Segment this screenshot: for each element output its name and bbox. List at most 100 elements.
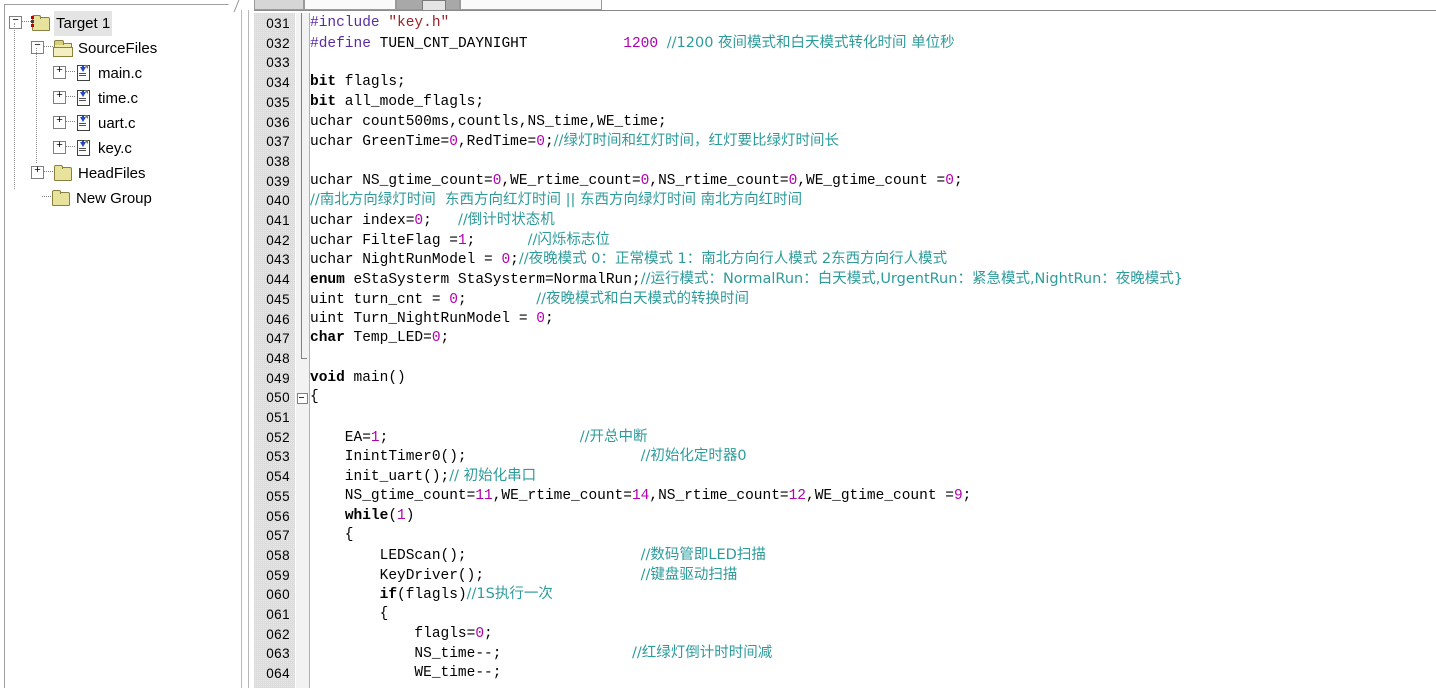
code-token-num: 0: [788, 172, 798, 189]
line-number: 057: [266, 528, 290, 544]
code-token-cmt: //1S执行一次: [466, 586, 553, 603]
tree-expand-icon[interactable]: +: [53, 65, 66, 79]
tree-expand-icon[interactable]: +: [53, 90, 66, 104]
code-line[interactable]: [310, 408, 1436, 428]
fold-bracket-line: [301, 13, 302, 358]
code-line[interactable]: enum eStaSysterm StaSysterm=NormalRun;//…: [310, 270, 1436, 290]
code-line[interactable]: {: [310, 388, 1436, 408]
code-line[interactable]: uchar FilteFlag =1; //闪烁标志位: [310, 231, 1436, 251]
code-line[interactable]: init_uart();// 初始化串口: [310, 467, 1436, 487]
code-token-txt: ;: [379, 429, 580, 446]
code-line[interactable]: char Temp_LED=0;: [310, 329, 1436, 349]
line-number: 035: [266, 94, 290, 110]
code-token-cmt: //南北方向绿灯时间 东西方向红灯时间 || 东西方向绿灯时间 南北方向红时间: [310, 192, 803, 209]
code-token-txt: ,WE_rtime_count=: [492, 487, 632, 504]
code-line[interactable]: if(flagls)//1S执行一次: [310, 585, 1436, 605]
code-token-kw: char: [310, 330, 345, 347]
code-lines[interactable]: #include "key.h" #define TUEN_CNT_DAYNIGH…: [310, 13, 1436, 688]
fold-collapse-box[interactable]: [297, 393, 308, 405]
code-line[interactable]: uchar GreenTime=0,RedTime=0;//绿灯时间和红灯时间，…: [310, 132, 1436, 152]
c-file-icon: [75, 114, 92, 131]
code-token-txt: (flagls): [397, 587, 467, 604]
code-line[interactable]: uint turn_cnt = 0; //夜晚模式和白天模式的转换时间: [310, 290, 1436, 310]
code-area[interactable]: 031 032 033 034 035 036 037 038 039 040 041 042 043 0…: [254, 13, 1436, 688]
code-line[interactable]: {: [310, 526, 1436, 546]
code-line[interactable]: {: [310, 605, 1436, 625]
line-number: 039: [266, 173, 290, 189]
code-line[interactable]: [310, 53, 1436, 73]
code-token-txt: flagls;: [336, 74, 406, 91]
code-line[interactable]: [310, 349, 1436, 369]
code-line[interactable]: //南北方向绿灯时间 东西方向红灯时间 || 东西方向绿灯时间 南北方向红时间: [310, 191, 1436, 211]
tree-item-uart-c[interactable]: + uart.c: [9, 110, 228, 135]
tree-item-time-c[interactable]: + time.c: [9, 85, 228, 110]
code-line[interactable]: bit all_mode_flagls;: [310, 93, 1436, 113]
code-token-txt: uchar NightRunModel =: [310, 252, 502, 269]
line-number: 036: [266, 114, 290, 130]
code-token-txt: {: [310, 389, 319, 406]
tree-item-target-1[interactable]: − Target 1: [9, 10, 228, 36]
toolbar-segment-1[interactable]: [254, 0, 304, 10]
code-folding-column[interactable]: [296, 13, 310, 688]
fold-bracket-end: [301, 357, 307, 359]
code-line[interactable]: WE_time--;: [310, 664, 1436, 684]
tree-item-new-group[interactable]: New Group: [9, 185, 228, 210]
code-token-num: 0: [501, 252, 511, 269]
code-token-num: 0: [945, 172, 954, 189]
code-token-cmt: //红绿灯倒计时时间减: [631, 645, 773, 662]
folder-icon: [51, 189, 70, 206]
code-line[interactable]: flagls=0;: [310, 625, 1436, 645]
code-token-kw: while: [344, 507, 389, 524]
code-token-txt: ,NS_rtime_count=: [649, 172, 789, 189]
line-number: 052: [266, 429, 290, 445]
code-line[interactable]: bit flagls;: [310, 73, 1436, 93]
code-token-txt: ;: [962, 487, 972, 504]
tree-collapse-icon[interactable]: −: [9, 15, 22, 29]
line-number: 064: [266, 666, 290, 682]
code-line[interactable]: #define TUEN_CNT_DAYNIGHT 1200 //1200 夜间…: [310, 34, 1436, 54]
pane-splitter[interactable]: [233, 0, 254, 688]
code-editor[interactable]: 031 032 033 034 035 036 037 038 039 040 041 042 043 0…: [254, 0, 1436, 688]
line-number: 038: [266, 153, 290, 169]
code-line[interactable]: void main(): [310, 369, 1436, 389]
tree-item-sourcefiles[interactable]: − SourceFiles: [9, 35, 228, 60]
code-line[interactable]: uchar NS_gtime_count= 0 ,WE_rtime_count= 0,…: [310, 172, 1436, 192]
tree-expand-icon[interactable]: +: [53, 115, 66, 129]
code-line[interactable]: KeyDriver(); //键盘驱动扫描: [310, 566, 1436, 586]
code-token-txt: all_mode_flagls;: [336, 93, 485, 110]
code-line[interactable]: InintTimer0(); //初始化定时器0: [310, 447, 1436, 467]
code-line[interactable]: while(1): [310, 507, 1436, 527]
code-token-txt: ;: [440, 330, 450, 347]
toolbar-strip-clipped[interactable]: [254, 0, 1436, 11]
tree-expand-icon[interactable]: +: [31, 165, 44, 179]
tree-guide-dots: [66, 96, 75, 98]
code-line[interactable]: uchar index=0; //倒计时状态机: [310, 211, 1436, 231]
code-line[interactable]: uint Turn_NightRunModel = 0;: [310, 310, 1436, 330]
toolbar-segment-2[interactable]: [304, 0, 396, 10]
toolbar-segment-3[interactable]: [460, 0, 602, 10]
code-line[interactable]: #include "key.h": [310, 14, 1436, 34]
tree-collapse-icon[interactable]: −: [31, 40, 44, 54]
splitter-bar[interactable]: [241, 0, 249, 688]
project-tree[interactable]: − Target 1− SourceFiles + main.c + time.c + uart…: [5, 5, 228, 210]
code-token-txt: ,WE_gtime_count =: [806, 487, 954, 504]
line-number: 059: [266, 567, 290, 583]
line-number: 050: [266, 390, 290, 406]
code-line[interactable]: NS_time--; //红绿灯倒计时时间减: [310, 644, 1436, 664]
tree-guide-dots: [66, 71, 75, 73]
code-line[interactable]: LEDScan(); //数码管即LED扫描: [310, 546, 1436, 566]
tree-item-main-c[interactable]: + main.c: [9, 60, 228, 85]
code-token-num: 12: [788, 487, 807, 504]
code-token-str: "key.h": [388, 15, 450, 31]
tree-expand-icon[interactable]: +: [53, 140, 66, 154]
tree-item-headfiles[interactable]: + HeadFiles: [9, 160, 228, 185]
tree-item-label: SourceFiles: [78, 39, 158, 57]
code-token-txt: ,WE_rtime_count=: [501, 172, 641, 189]
code-line[interactable]: uchar count500ms,countls,NS_time,WE_time…: [310, 113, 1436, 133]
code-line[interactable]: NS_gtime_count=11,WE_rtime_count=14,NS_r…: [310, 487, 1436, 507]
code-line[interactable]: [310, 152, 1436, 172]
tree-item-key-c[interactable]: + key.c: [9, 135, 228, 160]
tree-guide-dots: [44, 46, 53, 48]
code-line[interactable]: uchar NightRunModel = 0;//夜晚模式 0：正常模式 1：…: [310, 250, 1436, 270]
code-line[interactable]: EA=1; //开总中断: [310, 428, 1436, 448]
